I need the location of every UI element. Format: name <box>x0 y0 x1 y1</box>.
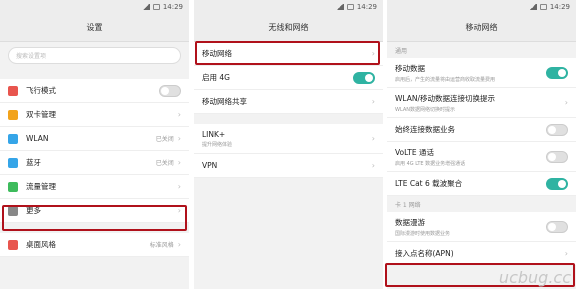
status-bar: 14:29 <box>194 0 383 14</box>
settings-item[interactable]: 飞行模式 <box>0 79 189 103</box>
settings-item-icon <box>8 133 18 144</box>
item-sub: 启用 4G LTE 数据业务增强通话 <box>395 160 466 167</box>
status-time: 14:29 <box>549 3 570 11</box>
battery-icon <box>152 4 160 10</box>
setting-toggle[interactable] <box>546 123 568 136</box>
chevron-right-icon: › <box>177 134 181 143</box>
setting-toggle[interactable] <box>546 177 568 190</box>
item-label: 始终连接数据业务 <box>395 125 455 134</box>
item-value: 已关闭 <box>155 160 174 167</box>
item-label: 双卡管理 <box>26 110 56 119</box>
chevron-right-icon: › <box>371 134 375 143</box>
status-bar: 14:29 <box>387 0 576 14</box>
settings-item-icon <box>8 109 18 120</box>
item-label: WLAN/移动数据连接切换提示 <box>395 93 496 103</box>
mobile-network-panel: 14:29 移动网络 通用 移动数据 启用后，产生的流量将由运营商收取流量费用 WL… <box>387 0 576 289</box>
item-label: VoLTE 通话 <box>395 147 434 157</box>
item-sub: 启用后，产生的流量将由运营商收取流量费用 <box>395 76 496 83</box>
item-label: 流量管理 <box>26 182 56 191</box>
enable-4g-item[interactable]: 启用 4G <box>194 66 383 90</box>
highlight-more <box>2 205 187 231</box>
item-label: VPN <box>202 161 218 170</box>
battery-icon <box>539 4 547 10</box>
signal-icon <box>528 4 537 10</box>
chevron-right-icon: › <box>371 97 375 106</box>
item-label: 启用 4G <box>202 73 230 82</box>
vpn-item[interactable]: VPN › <box>194 154 383 178</box>
search-input[interactable]: 搜索设置项 <box>8 47 181 64</box>
item-sub: 提升网络体验 <box>202 141 233 148</box>
chevron-right-icon: › <box>177 182 181 191</box>
item-sub: 国际漫游时使用数据业务 <box>395 230 451 237</box>
network-setting-item[interactable]: VoLTE 通话启用 4G LTE 数据业务增强通话 <box>387 142 576 172</box>
page-title: 移动网络 <box>387 14 576 42</box>
settings-item[interactable]: WLAN 已关闭 › <box>0 127 189 151</box>
section-header: 通用 <box>395 47 408 55</box>
item-label: 移动数据 <box>395 63 425 73</box>
chevron-right-icon: › <box>177 240 181 249</box>
network-setting-item[interactable]: LTE Cat 6 载波聚合 <box>387 172 576 196</box>
item-label: WLAN <box>26 134 49 143</box>
data-roaming-toggle[interactable] <box>546 220 568 233</box>
settings-panel: 14:29 设置 搜索设置项 飞行模式 双卡管理 › WLAN 已关闭 › 蓝牙 已关闭 › 流量… <box>0 0 189 289</box>
settings-item[interactable]: 流量管理 › <box>0 175 189 199</box>
item-label: LINK+ <box>202 129 226 139</box>
highlight-mobile-network <box>195 41 380 65</box>
item-label: 移动网络共享 <box>202 97 247 106</box>
data-roaming-item[interactable]: 数据漫游国际漫游时使用数据业务 <box>387 212 576 242</box>
airplane-toggle[interactable] <box>159 84 181 97</box>
signal-icon <box>335 4 344 10</box>
setting-toggle[interactable] <box>546 150 568 163</box>
watermark: ucbug.cc <box>498 268 571 287</box>
link-plus-item[interactable]: LINK+ 提升网络体验 › <box>194 124 383 154</box>
chevron-right-icon: › <box>564 98 568 107</box>
chevron-right-icon: › <box>177 158 181 167</box>
settings-item[interactable]: 双卡管理 › <box>0 103 189 127</box>
item-value: 标准风格 <box>149 242 174 249</box>
item-label: 飞行模式 <box>26 86 56 95</box>
tethering-item[interactable]: 移动网络共享 › <box>194 90 383 114</box>
item-value: 已关闭 <box>155 136 174 143</box>
network-setting-item[interactable]: WLAN/移动数据连接切换提示 WLAN数据网络切换时提示 › <box>387 88 576 118</box>
settings-item[interactable]: 桌面风格 标准风格 › <box>0 233 189 257</box>
item-label: 桌面风格 <box>26 240 56 249</box>
section-header: 卡 1 网络 <box>395 201 421 209</box>
signal-icon <box>141 4 150 10</box>
settings-item[interactable]: 蓝牙 已关闭 › <box>0 151 189 175</box>
settings-item-icon <box>8 157 18 168</box>
settings-item-icon <box>8 85 18 96</box>
chevron-right-icon: › <box>564 249 568 258</box>
status-time: 14:29 <box>356 3 377 11</box>
chevron-right-icon: › <box>371 161 375 170</box>
status-time: 14:29 <box>162 3 183 11</box>
network-setting-item[interactable]: 始终连接数据业务 <box>387 118 576 142</box>
page-title: 无线和网络 <box>194 14 383 42</box>
page-title: 设置 <box>0 14 189 42</box>
chevron-right-icon: › <box>177 110 181 119</box>
battery-icon <box>346 4 354 10</box>
status-bar: 14:29 <box>0 0 189 14</box>
settings-item-icon <box>8 239 18 250</box>
item-label: 蓝牙 <box>26 158 41 167</box>
setting-toggle[interactable] <box>546 66 568 79</box>
enable-4g-toggle[interactable] <box>353 71 375 84</box>
item-label: 数据漫游 <box>395 217 425 227</box>
item-sub: WLAN数据网络切换时提示 <box>395 106 456 113</box>
network-setting-item[interactable]: 移动数据启用后，产生的流量将由运营商收取流量费用 <box>387 58 576 88</box>
item-label: 接入点名称(APN) <box>395 249 454 258</box>
settings-item-icon <box>8 181 18 192</box>
item-label: LTE Cat 6 载波聚合 <box>395 179 463 188</box>
